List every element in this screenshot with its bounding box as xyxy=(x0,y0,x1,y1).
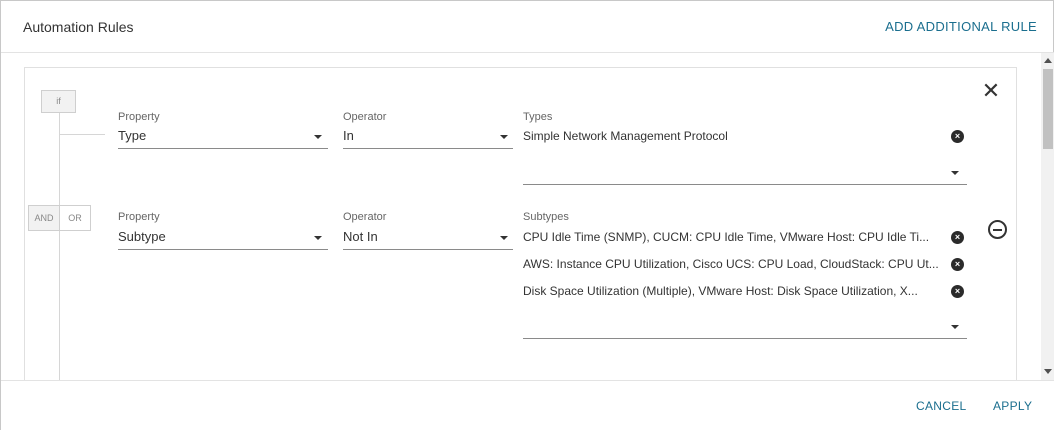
condition2-property-value: Subtype xyxy=(118,229,166,244)
vertical-scrollbar[interactable] xyxy=(1041,53,1054,380)
and-or-toggle: AND OR xyxy=(28,205,91,231)
condition2-value-chip: CPU Idle Time (SNMP), CUCM: CPU Idle Tim… xyxy=(523,230,930,244)
x-circle-icon[interactable]: × xyxy=(951,285,964,298)
condition2-values-underline xyxy=(523,338,967,339)
tree-connector-horizontal xyxy=(60,134,105,135)
caret-down-icon xyxy=(951,325,959,329)
condition2-operator-underline xyxy=(343,249,513,250)
scroll-down-icon[interactable] xyxy=(1044,369,1052,374)
cancel-button[interactable]: CANCEL xyxy=(916,399,966,413)
scrollbar-thumb[interactable] xyxy=(1043,69,1053,149)
x-circle-icon[interactable]: × xyxy=(951,231,964,244)
dialog-title: Automation Rules xyxy=(23,19,134,35)
caret-down-icon xyxy=(314,236,322,240)
condition1-operator-value: In xyxy=(343,128,354,143)
apply-button[interactable]: APPLY xyxy=(993,399,1032,413)
condition2-operator-value: Not In xyxy=(343,229,378,244)
condition2-values-label: Subtypes xyxy=(523,211,569,223)
condition2-operator-label: Operator xyxy=(343,211,387,223)
caret-down-icon xyxy=(951,171,959,175)
condition1-values-underline xyxy=(523,184,967,185)
caret-down-icon xyxy=(314,135,322,139)
rule-card: if AND OR Property Type Operator In Type… xyxy=(24,67,1017,380)
and-toggle-option[interactable]: AND xyxy=(29,206,60,230)
if-label: if xyxy=(41,90,76,113)
dialog-body: if AND OR Property Type Operator In Type… xyxy=(1,53,1054,380)
or-toggle-option[interactable]: OR xyxy=(60,206,90,230)
caret-down-icon xyxy=(500,236,508,240)
minus-circle-icon[interactable] xyxy=(988,220,1007,239)
condition1-operator-label: Operator xyxy=(343,111,387,123)
condition1-property-value: Type xyxy=(118,128,147,143)
scroll-up-icon[interactable] xyxy=(1044,58,1052,63)
tree-connector-vertical xyxy=(59,113,60,380)
automation-rules-dialog: Automation Rules ADD ADDITIONAL RULE if … xyxy=(0,0,1054,430)
condition2-property-label: Property xyxy=(118,211,160,223)
condition1-property-underline xyxy=(118,148,328,149)
x-circle-icon[interactable]: × xyxy=(951,258,964,271)
condition2-property-underline xyxy=(118,249,328,250)
condition1-property-label: Property xyxy=(118,111,160,123)
close-icon[interactable]: ✕ xyxy=(981,80,1001,102)
dialog-footer: CANCEL APPLY xyxy=(1,380,1054,430)
caret-down-icon xyxy=(500,135,508,139)
condition1-values-label: Types xyxy=(523,111,553,123)
condition2-value-chip: Disk Space Utilization (Multiple), VMwar… xyxy=(523,284,918,298)
condition1-operator-underline xyxy=(343,148,513,149)
condition2-value-chip: AWS: Instance CPU Utilization, Cisco UCS… xyxy=(523,257,939,271)
x-circle-icon[interactable]: × xyxy=(951,130,964,143)
dialog-header: Automation Rules ADD ADDITIONAL RULE xyxy=(1,1,1054,53)
add-additional-rule-button[interactable]: ADD ADDITIONAL RULE xyxy=(885,19,1037,34)
condition1-value-chip: Simple Network Management Protocol xyxy=(523,129,728,143)
